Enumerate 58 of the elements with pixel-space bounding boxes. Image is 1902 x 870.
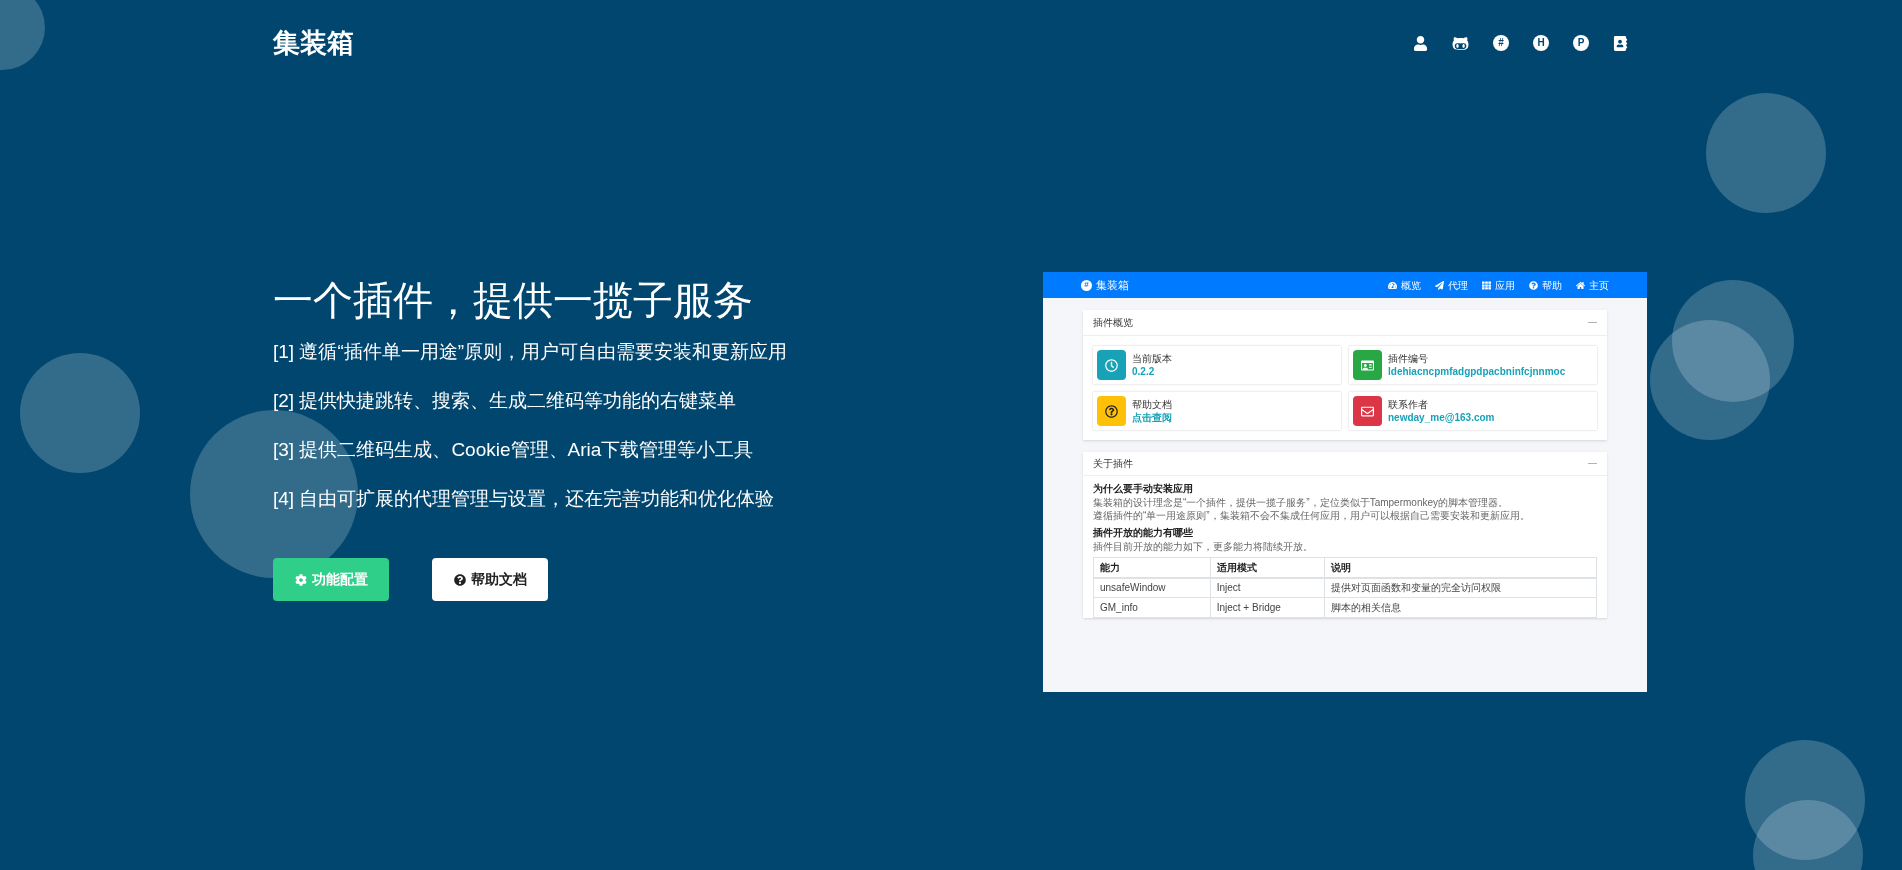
info-label: 联系作者 — [1388, 398, 1429, 411]
info-value: 0.2.2 — [1132, 365, 1156, 378]
gauge-icon — [1388, 280, 1397, 290]
feature-text: [4] 自由可扩展的代理管理与设置，还在完善功能和优化体验 — [273, 487, 776, 511]
id-card-icon — [1361, 358, 1374, 372]
info-value: 点击查阅 — [1132, 411, 1172, 424]
hero-title: 一个插件，提供一揽子服务 — [273, 277, 754, 324]
nav-link[interactable]: 主页 — [1576, 277, 1609, 293]
table-cell: 提供对页面函数和变量的完全访问权限 — [1324, 577, 1597, 598]
nav-link[interactable]: 帮助 — [1529, 277, 1562, 293]
info-value: newday_me@163.com — [1388, 411, 1495, 424]
home-icon — [1576, 280, 1585, 290]
feature-text: [3] 提供二维码生成、Cookie管理、Aria下载管理等小工具 — [273, 438, 755, 462]
table-cell: unsafeWindow — [1093, 577, 1211, 598]
envelope-icon — [1361, 404, 1374, 418]
body-text: 遵循插件的“单一用途原则”，集装箱不会不集成任何应用，用户可以根据自己需要安装和更新应用。 — [1093, 509, 1531, 522]
site-logo[interactable]: 集装箱 — [273, 22, 354, 64]
table-cell: 脚本的相关信息 — [1324, 597, 1597, 618]
collapse-toggle[interactable]: — — [1588, 315, 1597, 330]
card-title: 插件概览 — [1093, 316, 1133, 330]
letter-circle-link[interactable]: P — [1573, 35, 1589, 51]
table-cell: Inject + Bridge — [1210, 597, 1325, 618]
help-icon — [1105, 404, 1118, 418]
section-heading: 插件开放的能力有哪些 — [1093, 526, 1194, 540]
feature-text: [2] 提供快捷跳转、搜索、生成二维码等功能的右键菜单 — [273, 389, 738, 413]
nav-link[interactable]: 应用 — [1482, 277, 1515, 293]
collapse-toggle[interactable]: — — [1588, 456, 1597, 471]
nav-link[interactable]: 代理 — [1435, 277, 1468, 293]
grid-icon — [1482, 280, 1491, 290]
letter-circle-link[interactable]: H — [1533, 35, 1549, 51]
paper-plane-icon — [1435, 280, 1444, 290]
info-label: 插件编号 — [1388, 352, 1429, 365]
info-label: 帮助文档 — [1132, 398, 1172, 411]
help-icon — [453, 573, 466, 586]
nav-link[interactable]: 概览 — [1388, 277, 1421, 293]
info-label: 当前版本 — [1132, 352, 1172, 365]
user-icon[interactable] — [1413, 35, 1428, 51]
body-text: 集装箱的设计理念是“一个插件，提供一揽子服务”，定位类似于Tampermonkey的脚本管理器。 — [1093, 496, 1510, 509]
clock-icon — [1105, 358, 1118, 372]
table-cell: Inject — [1210, 577, 1325, 598]
help-docs-button[interactable]: 帮助文档 — [432, 558, 548, 601]
github-icon[interactable] — [1452, 34, 1469, 52]
table-cell: GM_info — [1093, 597, 1211, 618]
column-header: 说明 — [1324, 557, 1597, 578]
letter-circle-link[interactable]: # — [1493, 35, 1509, 51]
help-icon — [1529, 280, 1538, 290]
config-button[interactable]: 功能配置 — [273, 558, 389, 601]
preview-brand[interactable]: 集装箱 — [1096, 276, 1129, 294]
section-heading: 为什么要手动安装应用 — [1093, 482, 1194, 496]
feature-text: [1] 遵循“插件单一用途”原则，用户可自由需要安装和更新应用 — [273, 340, 788, 364]
gear-icon — [294, 573, 307, 586]
card-title: 关于插件 — [1093, 457, 1133, 471]
logo-badge: # — [1081, 279, 1092, 291]
address-book-icon[interactable] — [1613, 35, 1628, 51]
info-value: ldehiacncpmfadgpdpacbninfcjnnmoc — [1388, 365, 1566, 378]
column-header: 能力 — [1093, 557, 1211, 578]
body-text: 插件目前开放的能力如下，更多能力将陆续开放。 — [1093, 540, 1314, 553]
column-header: 适用模式 — [1210, 557, 1325, 578]
